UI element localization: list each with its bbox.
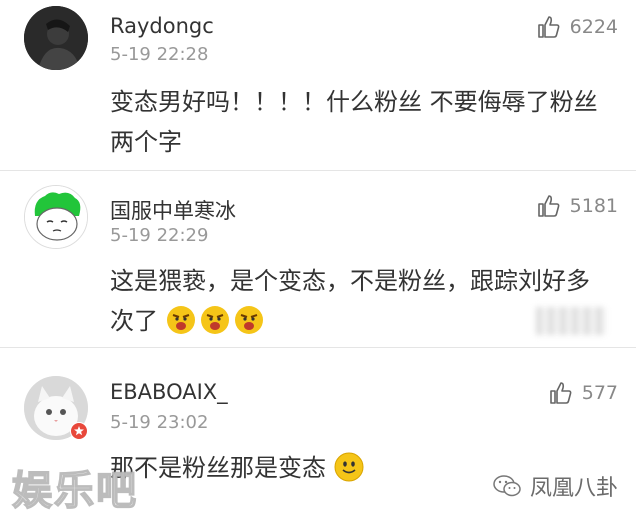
like-count: 577 [581,382,618,404]
cartoon-avatar-icon [25,186,87,248]
thumbs-up-icon [537,16,560,38]
avatar-photo-icon [24,6,88,70]
comment-item: Raydongc 5-19 22:28 6224 变态男好吗！！！！什么粉丝 不… [0,0,636,170]
comment-item: 国服中单寒冰 5-19 22:29 5181 这是猥亵，是个变态，不是粉丝，跟踪… [0,171,636,347]
thumbs-up-icon [537,195,560,217]
verified-badge-icon [70,422,88,440]
like-count: 6224 [569,16,618,38]
username[interactable]: 国服中单寒冰 [110,195,236,225]
comment-text-content: 那不是粉丝那是变态 [110,454,326,482]
username[interactable]: Raydongc [110,14,214,38]
comment-text: 变态男好吗！！！！什么粉丝 不要侮辱了粉丝两个字 [110,88,598,156]
timestamp: 5-19 23:02 [110,412,209,433]
like-count: 5181 [569,195,618,217]
username[interactable]: EBABOAIX_ [110,380,228,404]
watermark-brand: 凤凰八卦 [492,470,618,502]
timestamp: 5-19 22:28 [110,44,209,65]
angry-emoji-icon [200,306,229,334]
blurred-region [536,307,606,335]
angry-emoji-icon [166,306,195,334]
thumbs-up-icon [549,382,572,404]
avatar[interactable] [24,6,88,70]
smile-emoji-icon [334,452,364,482]
comment-text: 这是猥亵，是个变态，不是粉丝，跟踪刘好多次了 [110,261,606,341]
angry-emoji-icon [234,306,263,334]
like-button[interactable]: 577 [548,380,618,406]
timestamp: 5-19 22:29 [110,225,209,246]
watermark-brand-text: 凤凰八卦 [529,476,618,501]
watermark-logo: 娱乐吧 [11,467,138,515]
avatar[interactable] [24,185,88,249]
like-button[interactable]: 5181 [536,193,618,219]
like-button[interactable]: 6224 [536,14,618,40]
wechat-icon [493,475,521,497]
